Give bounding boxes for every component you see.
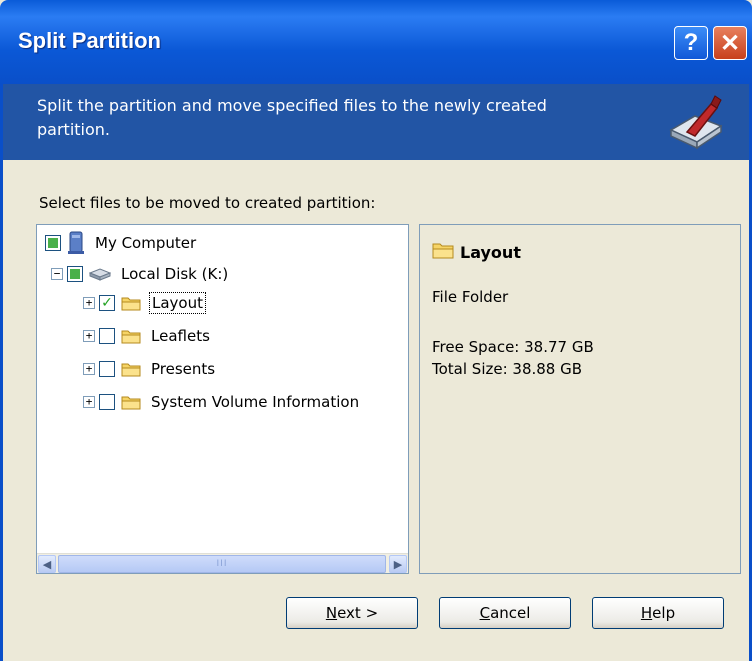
title-bar: Split Partition ? ✕ [0,0,752,84]
cancel-accel: C [479,604,491,622]
header-banner: Split the partition and move specified f… [0,84,752,160]
tree-node-my-computer[interactable]: My Computer [45,231,198,255]
tree-label: System Volume Information [151,393,360,411]
tree-label: My Computer [95,234,197,252]
folder-icon [121,361,141,377]
horizontal-scrollbar[interactable]: ◀ III ▶ [37,553,408,573]
folder-icon [121,394,141,410]
details-title: Layout [432,241,521,263]
next-button[interactable]: Next > [286,597,418,629]
grip-icon: III [216,559,228,569]
help-label: elp [652,604,676,622]
tree-label: Layout [149,292,206,314]
tree-node-leaflets[interactable]: + Leaflets [83,324,212,348]
disk-icon [89,267,111,281]
checkbox-my-computer[interactable] [45,235,61,251]
arrow-left-icon: ◀ [42,557,52,571]
cancel-button[interactable]: Cancel [439,597,571,629]
expand-toggle[interactable]: + [83,330,95,342]
tree-label: Local Disk (K:) [121,265,229,283]
scroll-thumb[interactable]: III [58,555,386,573]
folder-icon [432,241,454,263]
expand-toggle[interactable]: + [83,363,95,375]
scroll-left-button[interactable]: ◀ [38,555,56,573]
computer-icon [67,231,85,255]
file-tree[interactable]: My Computer − Local Disk (K:) + ✓ Layout… [36,224,409,574]
checkbox-presents[interactable] [99,361,115,377]
scroll-right-button[interactable]: ▶ [389,555,407,573]
checkbox-layout[interactable]: ✓ [99,295,115,311]
checkbox-system-volume[interactable] [99,394,115,410]
next-accel: N [325,604,338,622]
checkbox-leaflets[interactable] [99,328,115,344]
folder-icon [121,328,141,344]
checkbox-local-disk[interactable] [67,266,83,282]
cancel-label: ancel [490,604,531,622]
next-label: ext > [337,604,379,622]
close-icon: ✕ [719,29,741,57]
help-accel: H [640,604,653,622]
select-files-label: Select files to be moved to created part… [39,194,376,212]
help-button[interactable]: Help [592,597,724,629]
dialog-body: Select files to be moved to created part… [0,160,752,661]
free-space-value: Free Space: 38.77 GB [432,338,594,356]
tree-node-local-disk[interactable]: − Local Disk (K:) [51,262,230,286]
total-size-value: Total Size: 38.88 GB [432,360,583,378]
tree-label: Leaflets [151,327,210,345]
expand-toggle[interactable]: + [83,297,95,309]
expand-toggle[interactable]: + [83,396,95,408]
banner-description: Split the partition and move specified f… [37,96,547,139]
tree-node-presents[interactable]: + Presents [83,357,217,381]
details-name: Layout [460,242,521,262]
details-panel: Layout File Folder Free Space: 38.77 GB … [419,224,741,574]
tree-node-layout[interactable]: + ✓ Layout [83,291,206,315]
question-icon: ? [683,29,699,56]
window-title: Split Partition [18,28,161,53]
collapse-toggle[interactable]: − [51,268,63,280]
tree-node-system-volume-information[interactable]: + System Volume Information [83,390,361,414]
help-title-button[interactable]: ? [674,26,708,60]
close-button[interactable]: ✕ [713,26,747,60]
arrow-right-icon: ▶ [393,557,403,571]
tree-label: Presents [151,360,216,378]
folder-icon [121,295,141,311]
disk-split-icon [665,92,727,158]
details-type: File Folder [432,288,509,306]
